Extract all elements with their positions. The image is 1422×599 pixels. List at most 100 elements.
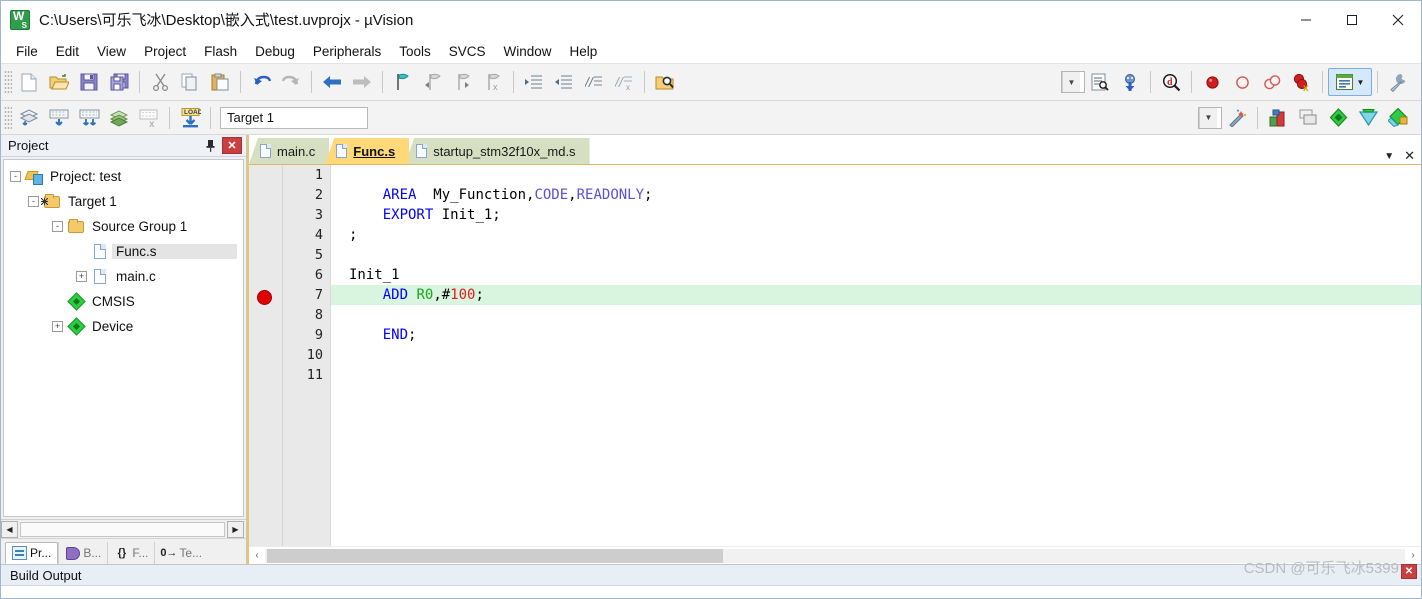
target-options-wizard-icon[interactable]	[1222, 104, 1252, 132]
close-icon[interactable]: ✕	[1404, 148, 1415, 164]
project-panel-close-button[interactable]: ✕	[222, 137, 242, 154]
uncomment-icon[interactable]: //x	[609, 68, 639, 96]
code-line[interactable]: END;	[349, 325, 1421, 345]
tab-templates[interactable]: 0→ Te...	[154, 542, 208, 564]
tree-node-target[interactable]: - Target 1	[4, 189, 243, 214]
scroll-left-icon[interactable]: ‹	[249, 548, 265, 564]
menu-flash[interactable]: Flash	[195, 41, 246, 62]
paste-icon[interactable]	[205, 68, 235, 96]
code-line[interactable]	[349, 365, 1421, 385]
editor-tab-func-s[interactable]: Func.s	[325, 138, 410, 164]
expander-icon[interactable]: -	[52, 221, 63, 232]
navigate-forward-icon[interactable]	[347, 68, 377, 96]
bookmark-toggle-icon[interactable]	[388, 68, 418, 96]
chevron-down-icon[interactable]: ▼	[1062, 72, 1080, 92]
project-tree[interactable]: - Project: test - Target 1 - Source Grou…	[3, 159, 244, 517]
cut-icon[interactable]	[145, 68, 175, 96]
save-icon[interactable]	[74, 68, 104, 96]
breakpoint-disable-all-icon[interactable]	[1257, 68, 1287, 96]
code-line[interactable]	[349, 345, 1421, 365]
chevron-down-icon[interactable]: ▼	[1384, 151, 1394, 162]
breakpoint-insert-icon[interactable]	[1197, 68, 1227, 96]
menu-svcs[interactable]: SVCS	[440, 41, 495, 62]
expander-icon[interactable]: -	[28, 196, 39, 207]
editor-tab-startup-s[interactable]: startup_stm32f10x_md.s	[405, 138, 590, 164]
target-dropdown-arrow[interactable]: ▼	[1198, 106, 1222, 129]
bookmark-clear-icon[interactable]: x	[478, 68, 508, 96]
start-debug-icon[interactable]	[1115, 68, 1145, 96]
save-all-icon[interactable]	[104, 68, 134, 96]
editor-hscrollbar[interactable]: ‹ ›	[249, 546, 1421, 564]
build-output-close-button[interactable]: ✕	[1401, 564, 1417, 579]
manage-project-items-icon[interactable]	[1293, 104, 1323, 132]
tree-node-source-group[interactable]: - Source Group 1	[4, 214, 243, 239]
find-next-icon[interactable]	[1085, 68, 1115, 96]
bookmark-next-icon[interactable]	[448, 68, 478, 96]
target-selector[interactable]: Target 1	[220, 106, 368, 129]
chevron-down-icon[interactable]: ▼	[1357, 78, 1365, 87]
find-in-files-icon[interactable]	[650, 68, 680, 96]
menu-help[interactable]: Help	[561, 41, 607, 62]
manage-windows-icon[interactable]: ▼	[1328, 68, 1372, 96]
breakpoint-enable-icon[interactable]	[1227, 68, 1257, 96]
comment-icon[interactable]: //	[579, 68, 609, 96]
scroll-track[interactable]	[20, 521, 225, 537]
tree-node-main-c[interactable]: + main.c	[4, 264, 243, 289]
tab-project[interactable]: Pr...	[5, 542, 59, 564]
menu-debug[interactable]: Debug	[246, 41, 304, 62]
expander-icon[interactable]: -	[10, 171, 21, 182]
code-editor[interactable]: 1 2 3 4 5 6 7 8 9 10 11 AREA My_Function…	[249, 165, 1421, 546]
code-line[interactable]	[349, 245, 1421, 265]
menu-project[interactable]: Project	[135, 41, 195, 62]
code-line[interactable]	[349, 305, 1421, 325]
chevron-down-icon[interactable]: ▼	[1199, 107, 1217, 128]
code-line[interactable]: AREA My_Function,CODE,READONLY;	[349, 185, 1421, 205]
menu-peripherals[interactable]: Peripherals	[304, 41, 390, 62]
menu-view[interactable]: View	[88, 41, 135, 62]
scroll-right-icon[interactable]: ▶	[227, 520, 244, 538]
new-file-icon[interactable]	[14, 68, 44, 96]
pack-installer-icon[interactable]	[1353, 104, 1383, 132]
build-output-body[interactable]	[1, 586, 1421, 598]
menu-window[interactable]: Window	[494, 41, 560, 62]
pin-icon[interactable]	[200, 136, 220, 156]
toolbar-grip[interactable]	[4, 105, 12, 130]
code-text-area[interactable]: AREA My_Function,CODE,READONLY; EXPORT I…	[331, 165, 1421, 546]
expander-icon[interactable]: +	[52, 321, 63, 332]
breakpoint-marker[interactable]	[257, 290, 272, 305]
code-line[interactable]	[349, 165, 1421, 185]
indent-left-icon[interactable]	[549, 68, 579, 96]
configure-icon[interactable]	[1383, 68, 1413, 96]
rebuild-icon[interactable]	[74, 104, 104, 132]
translate-icon[interactable]	[14, 104, 44, 132]
tree-node-cmsis[interactable]: CMSIS	[4, 289, 243, 314]
menu-tools[interactable]: Tools	[390, 41, 440, 62]
code-line[interactable]: ADD R0,#100;	[331, 285, 1421, 305]
stop-build-icon[interactable]: x	[134, 104, 164, 132]
code-line[interactable]: Init_1	[349, 265, 1421, 285]
find-combo[interactable]: ▼	[1061, 71, 1085, 93]
breakpoint-gutter[interactable]	[249, 165, 283, 546]
tab-books[interactable]: B...	[58, 542, 107, 564]
breakpoint-kill-all-icon[interactable]: x	[1287, 68, 1317, 96]
navigate-back-icon[interactable]	[317, 68, 347, 96]
project-tree-hscrollbar[interactable]: ◀ ▶	[1, 519, 246, 538]
tree-node-device[interactable]: + Device	[4, 314, 243, 339]
menu-file[interactable]: File	[7, 41, 47, 62]
target-options-icon[interactable]	[1263, 104, 1293, 132]
open-file-icon[interactable]	[44, 68, 74, 96]
minimize-button[interactable]	[1283, 1, 1329, 39]
multi-project-icon[interactable]	[1383, 104, 1413, 132]
scroll-right-icon[interactable]: ›	[1405, 548, 1421, 564]
indent-right-icon[interactable]	[519, 68, 549, 96]
code-line[interactable]: ;	[349, 225, 1421, 245]
scroll-thumb[interactable]	[267, 548, 723, 563]
expander-icon[interactable]: +	[76, 271, 87, 282]
close-button[interactable]	[1375, 1, 1421, 39]
undo-icon[interactable]	[246, 68, 276, 96]
download-icon[interactable]: LOAD	[175, 104, 205, 132]
scroll-left-icon[interactable]: ◀	[1, 520, 18, 538]
batch-build-icon[interactable]	[104, 104, 134, 132]
scroll-track[interactable]	[265, 548, 1405, 563]
tab-functions[interactable]: {} F...	[107, 542, 154, 564]
